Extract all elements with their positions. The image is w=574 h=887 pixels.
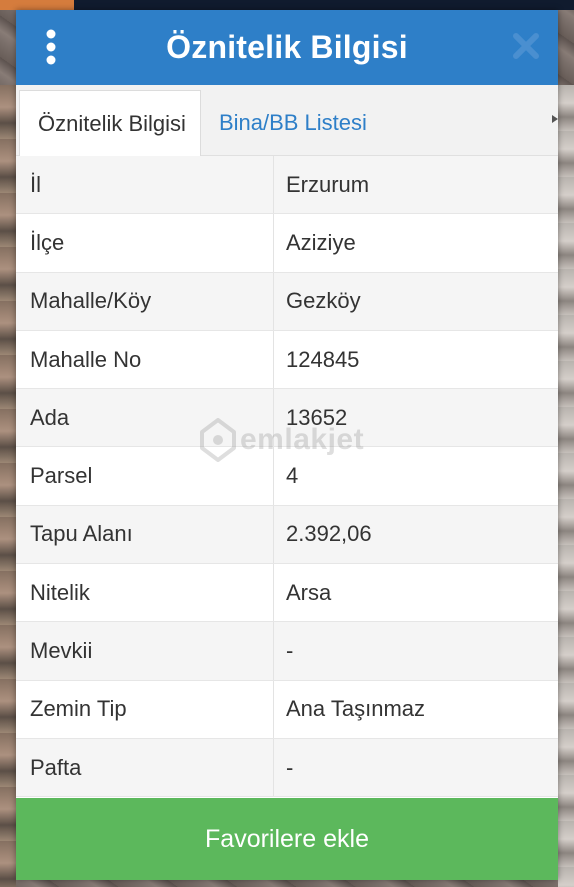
attribute-label: Mahalle No (16, 330, 274, 389)
table-row: Nitelik Arsa (16, 564, 558, 623)
attribute-label: Mevkii (16, 622, 274, 680)
attribute-value: - (286, 638, 294, 664)
attribute-value: Arsa (286, 579, 332, 605)
attribute-label: Tapu Alanı (16, 505, 274, 564)
attribute-value: Ana Taşınmaz (286, 696, 426, 722)
attribute-label: Zemin Tip (16, 680, 274, 738)
tab-label: Öznitelik Bilgisi (38, 110, 186, 136)
map-top-corner (0, 0, 74, 10)
table-row: İlçe Aziziye (16, 214, 558, 273)
attribute-value: 13652 (286, 404, 348, 430)
table-row: Zemin Tip Ana Taşınmaz (16, 680, 558, 739)
table-row: Parsel 4 (16, 447, 558, 506)
attribute-label: Parsel (16, 447, 274, 505)
more-vertical-icon[interactable] (44, 28, 58, 68)
attribute-label: Ada (16, 389, 274, 447)
attribute-table: İl Erzurum İlçe Aziziye Mahalle/Köy Gezk… (16, 156, 558, 798)
tab-bar: Öznitelik Bilgisi Bina/BB Listesi (16, 85, 558, 156)
map-left-edge (0, 85, 16, 887)
attribute-value: 4 (286, 463, 299, 489)
table-row: Mahalle No 124845 (16, 330, 558, 390)
close-icon[interactable] (512, 32, 540, 60)
tab-building-list[interactable]: Bina/BB Listesi (201, 91, 381, 155)
table-row: Pafta - (16, 738, 558, 798)
table-row: Mevkii - (16, 622, 558, 681)
attribute-label: Pafta (16, 738, 274, 797)
attribute-value: Aziziye (286, 229, 356, 255)
table-row: Mahalle/Köy Gezköy (16, 272, 558, 331)
attribute-value: - (286, 754, 294, 780)
dialog-header: Öznitelik Bilgisi (16, 10, 558, 85)
attribute-dialog: Öznitelik Bilgisi Öznitelik Bilgisi Bina… (16, 10, 558, 880)
attribute-value: Erzurum (286, 171, 370, 197)
attribute-label: Nitelik (16, 564, 274, 622)
tab-attribute-info[interactable]: Öznitelik Bilgisi (19, 90, 201, 156)
attribute-value: 124845 (286, 346, 360, 372)
dialog-title: Öznitelik Bilgisi (166, 29, 408, 65)
tab-label: Bina/BB Listesi (218, 110, 367, 135)
attribute-label: İlçe (16, 214, 274, 272)
attribute-value: 2.392,06 (286, 521, 372, 547)
table-row: Ada 13652 (16, 389, 558, 448)
table-row: İl Erzurum (16, 156, 558, 215)
table-row: Tapu Alanı 2.392,06 (16, 505, 558, 565)
attribute-label: Mahalle/Köy (16, 272, 274, 330)
add-to-favorites-button[interactable]: Favorilere ekle (16, 798, 558, 880)
map-right-edge (558, 85, 574, 887)
attribute-label: İl (16, 156, 274, 214)
chevron-right-icon[interactable] (552, 115, 558, 123)
attribute-value: Gezköy (286, 288, 361, 314)
